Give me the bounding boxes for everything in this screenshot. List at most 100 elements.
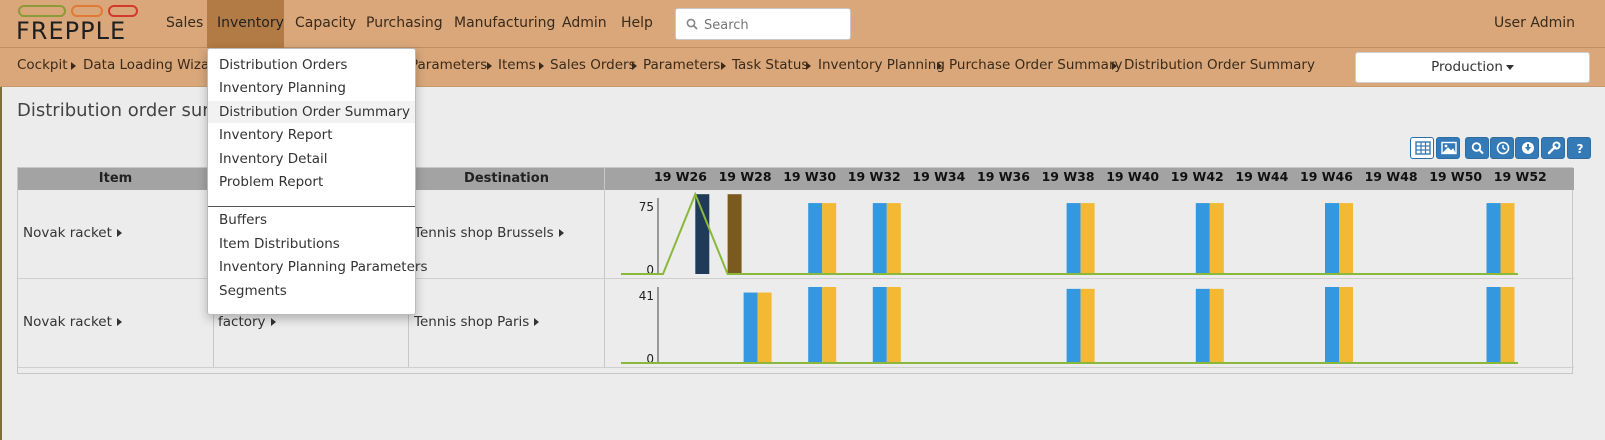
breadcrumb-separator-icon (937, 62, 942, 70)
nav-inventory[interactable]: Inventory (207, 0, 284, 48)
week-column-label: 19 W28 (718, 169, 772, 184)
destination-cell[interactable]: Tennis shop Brussels (414, 225, 564, 241)
chart-bar[interactable] (1325, 203, 1339, 274)
breadcrumb-item[interactable]: Parameters (643, 48, 720, 84)
chart-bar[interactable] (1339, 203, 1353, 274)
breadcrumb-item[interactable]: Cockpit (17, 48, 68, 84)
breadcrumb-item[interactable]: Data Loading Wizard (83, 48, 223, 84)
item-cell[interactable]: Novak racket (23, 225, 122, 241)
chart-bar[interactable] (886, 203, 901, 274)
chart-bar[interactable] (808, 287, 823, 363)
chart-bar[interactable] (727, 194, 742, 274)
breadcrumb-separator-icon (71, 62, 76, 70)
chart-bar[interactable] (872, 203, 887, 274)
chart-bar[interactable] (1195, 203, 1210, 274)
configure-button[interactable] (1541, 137, 1565, 159)
top-navbar: FREPPLE Sales Inventory Capacity Purchas… (0, 0, 1605, 48)
nav-help[interactable]: Help (611, 0, 663, 48)
origin-cell[interactable]: factory (218, 314, 276, 330)
clock-icon (1496, 141, 1510, 155)
chart-bar[interactable] (822, 287, 837, 363)
origin-name: factory (218, 314, 266, 330)
chart-bar[interactable] (1486, 287, 1501, 363)
chart-bar[interactable] (695, 194, 710, 274)
breadcrumb-item[interactable]: Task Status (732, 48, 808, 84)
destination-name: Tennis shop Paris (414, 314, 530, 330)
menu-item-item-distributions[interactable]: Item Distributions (208, 233, 415, 255)
caret-right-icon (116, 318, 122, 326)
search-field[interactable] (675, 8, 851, 40)
breadcrumb-item[interactable]: Inventory Planning (818, 48, 945, 84)
frepple-logo[interactable]: FREPPLE (16, 5, 141, 45)
item-name: Novak racket (23, 225, 112, 241)
menu-item-distribution-orders[interactable]: Distribution Orders (208, 54, 415, 76)
week-column-label: 19 W52 (1493, 169, 1547, 184)
chart-bar[interactable] (743, 292, 758, 363)
menu-item-inventory-report[interactable]: Inventory Report (208, 124, 415, 146)
menu-item-inventory-detail[interactable]: Inventory Detail (208, 148, 415, 170)
week-column-label: 19 W26 (654, 169, 707, 184)
chart-bar[interactable] (1500, 203, 1515, 274)
nav-purchasing[interactable]: Purchasing (356, 0, 453, 48)
menu-item-segments[interactable]: Segments (208, 280, 415, 302)
breadcrumb-item[interactable]: Parameters (410, 48, 487, 84)
item-name: Novak racket (23, 314, 112, 330)
chart-bar[interactable] (1209, 203, 1224, 274)
breadcrumb-item[interactable]: Purchase Order Summary (949, 48, 1123, 84)
column-header-destination[interactable]: Destination (409, 168, 604, 190)
user-menu[interactable]: User Admin (1494, 0, 1575, 48)
menu-item-distribution-order-summary[interactable]: Distribution Order Summary (208, 101, 415, 123)
chart-bar[interactable] (872, 287, 887, 363)
chart-bar[interactable] (822, 203, 837, 274)
week-column-label: 19 W30 (783, 169, 837, 184)
caret-down-icon (1505, 64, 1514, 70)
logo-pill-red (108, 5, 138, 17)
table-view-button[interactable] (1410, 137, 1434, 159)
breadcrumb-item[interactable]: Sales Orders (550, 48, 636, 84)
breadcrumb-separator-icon (806, 62, 811, 70)
logo-pill-orange (71, 5, 103, 17)
chart-bar[interactable] (757, 292, 772, 363)
menu-item-inventory-planning-parameters[interactable]: Inventory Planning Parameters (208, 256, 428, 278)
chart-bar[interactable] (1080, 203, 1095, 274)
time-buckets-button[interactable] (1490, 137, 1514, 159)
week-column-label: 19 W42 (1170, 169, 1224, 184)
chart-bar[interactable] (886, 287, 901, 363)
scenario-label: Production (1431, 59, 1503, 75)
menu-item-problem-report[interactable]: Problem Report (208, 171, 415, 193)
chart-bar[interactable] (808, 203, 823, 274)
nav-sales[interactable]: Sales (156, 0, 213, 48)
chart-bar[interactable] (1339, 287, 1353, 363)
chart-bar[interactable] (1486, 203, 1501, 274)
graph-view-button[interactable] (1436, 137, 1460, 159)
chart-bar[interactable] (1325, 287, 1339, 363)
nav-manufacturing[interactable]: Manufacturing (444, 0, 565, 48)
week-column-label: 19 W48 (1364, 169, 1418, 184)
nav-capacity[interactable]: Capacity (285, 0, 366, 48)
chart-bar[interactable] (1066, 288, 1081, 363)
caret-right-icon (534, 318, 540, 326)
breadcrumb-item-current[interactable]: Distribution Order Summary (1124, 48, 1315, 84)
filter-button[interactable] (1465, 137, 1489, 159)
chart-bar[interactable] (1500, 287, 1515, 363)
scenario-dropdown[interactable]: Production (1355, 52, 1590, 83)
distribution-chart-paris: 410 (621, 287, 1518, 366)
breadcrumb-item[interactable]: Items (498, 48, 536, 84)
chart-bar[interactable] (1195, 288, 1210, 363)
chart-bar[interactable] (1209, 288, 1224, 363)
breadcrumb-separator-icon (1112, 62, 1117, 70)
search-input[interactable] (704, 15, 844, 35)
export-button[interactable] (1515, 137, 1539, 159)
table-icon (1415, 141, 1431, 155)
picture-icon (1441, 141, 1457, 155)
chart-bar[interactable] (1066, 203, 1081, 274)
column-header-item[interactable]: Item (18, 168, 213, 190)
distribution-chart-brussels: 750 (621, 191, 1518, 277)
item-cell[interactable]: Novak racket (23, 314, 122, 330)
menu-item-inventory-planning[interactable]: Inventory Planning (208, 77, 415, 99)
destination-cell[interactable]: Tennis shop Paris (414, 314, 540, 330)
help-button[interactable]: ? (1567, 137, 1591, 159)
menu-item-buffers[interactable]: Buffers (208, 209, 415, 231)
nav-admin[interactable]: Admin (552, 0, 617, 48)
chart-bar[interactable] (1080, 288, 1095, 363)
